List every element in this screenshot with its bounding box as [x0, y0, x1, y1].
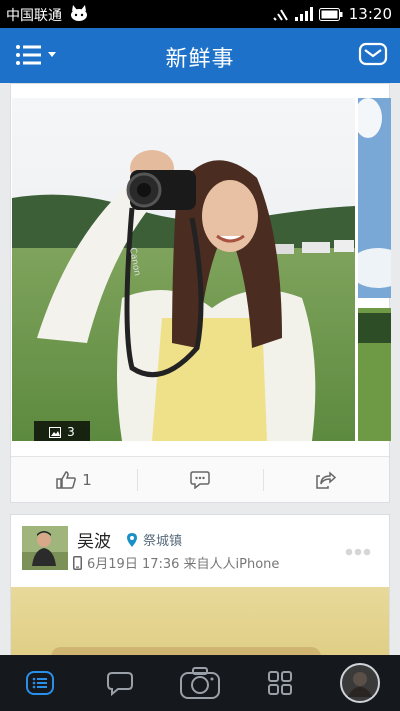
photo-count: 3	[67, 425, 75, 439]
post-photo-illustration	[51, 647, 321, 655]
clock: 13:20	[348, 5, 392, 23]
share-button[interactable]	[263, 457, 389, 502]
mail-icon	[358, 42, 388, 66]
phone-icon	[73, 555, 82, 570]
location-icon	[127, 532, 137, 547]
messages-button[interactable]	[358, 41, 388, 67]
location-tag[interactable]: 祭城镇	[127, 530, 182, 549]
next-photo-illustration	[358, 98, 391, 441]
more-options-icon[interactable]	[345, 548, 371, 556]
comment-icon	[190, 470, 210, 489]
avatar-image	[22, 526, 68, 570]
like-count: 1	[82, 470, 92, 489]
apps-tab-icon	[268, 671, 292, 695]
post-timestamp: 6月19日 17:36 来自人人iPhone	[87, 557, 280, 572]
camera-tab-icon	[180, 667, 220, 699]
signal-icon	[294, 7, 313, 21]
user-avatar[interactable]	[22, 526, 68, 570]
news-feed[interactable]: Canon 3 1 吴波 祭城镇 6月19日 17:36 来自人人iPhone	[0, 83, 400, 655]
app-header: 新鲜事	[0, 28, 400, 83]
like-button[interactable]: 1	[11, 457, 137, 502]
post-meta: 6月19日 17:36 来自人人iPhone	[73, 553, 279, 572]
image-icon	[49, 426, 62, 438]
tab-apps[interactable]	[240, 655, 320, 711]
feed-card: Canon 3 1	[10, 83, 391, 503]
post-action-bar: 1	[11, 456, 389, 502]
like-icon	[56, 470, 77, 489]
post-photo[interactable]	[11, 587, 389, 655]
wifi-icon	[273, 9, 288, 21]
profile-avatar	[340, 663, 380, 703]
tab-profile[interactable]	[320, 655, 400, 711]
feed-card: 吴波 祭城镇 6月19日 17:36 来自人人iPhone	[10, 514, 390, 655]
post-photo[interactable]: Canon 3	[12, 98, 355, 441]
next-photo-preview[interactable]	[358, 98, 391, 441]
tab-chat[interactable]	[80, 655, 160, 711]
tab-camera[interactable]	[160, 655, 240, 711]
location-label: 祭城镇	[143, 534, 183, 549]
battery-icon	[318, 7, 343, 21]
notification-cat-icon	[71, 5, 87, 21]
photo-count-badge: 3	[34, 421, 90, 441]
photo-illustration: Canon	[12, 98, 355, 441]
feed-tab-icon	[26, 671, 54, 695]
status-bar: 中国联通 13:20	[0, 0, 400, 28]
chat-tab-icon	[107, 672, 133, 696]
carrier-label: 中国联通	[6, 8, 62, 24]
bottom-tab-bar	[0, 655, 400, 711]
comment-button[interactable]	[137, 457, 263, 502]
tab-feed[interactable]	[0, 655, 80, 711]
user-name[interactable]: 吴波	[77, 527, 111, 552]
page-title: 新鲜事	[165, 47, 235, 72]
share-icon	[316, 470, 336, 489]
